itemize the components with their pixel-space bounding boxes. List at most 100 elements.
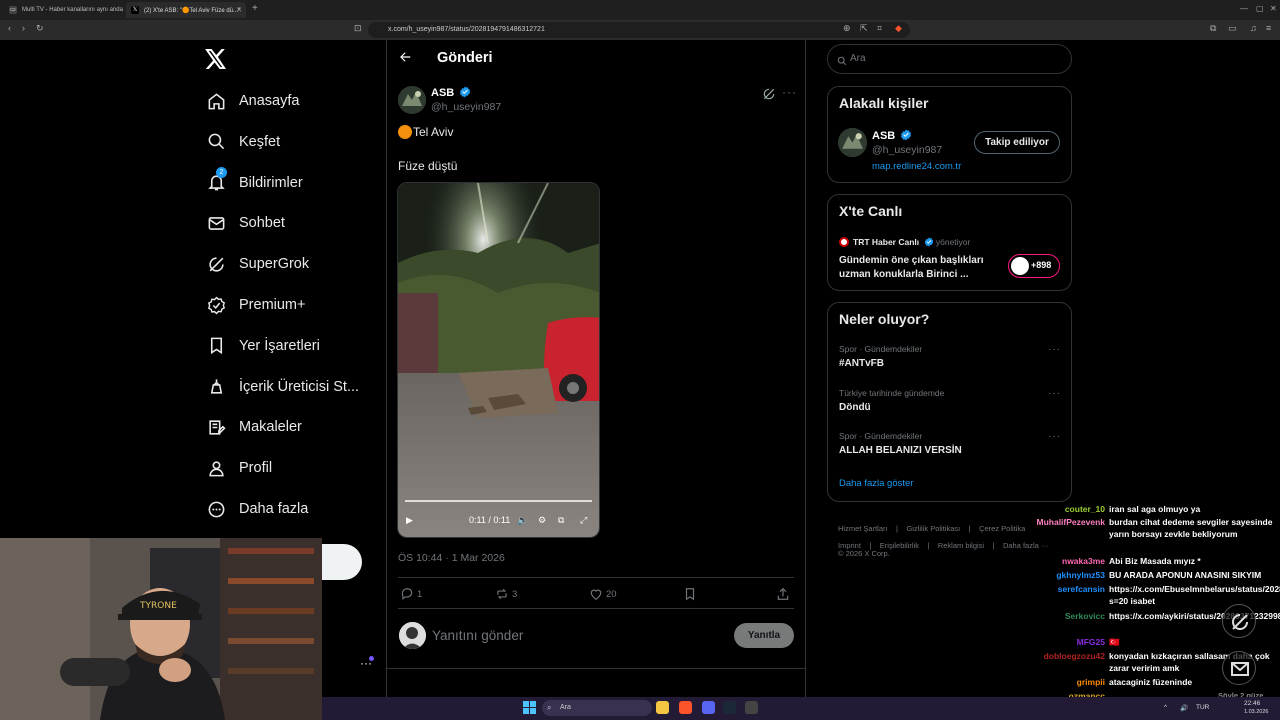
- trend-meta: Spor · Gündemdekiler: [839, 344, 923, 354]
- reply-input[interactable]: Yanıtını gönder: [432, 628, 523, 643]
- reply-action[interactable]: 1: [400, 587, 422, 601]
- volume-tray-icon[interactable]: 🔊: [1180, 704, 1188, 712]
- forward-nav-icon[interactable]: ›: [22, 23, 25, 33]
- author-handle[interactable]: @h_useyin987: [431, 101, 501, 113]
- nav-item-profil[interactable]: Profil: [206, 453, 272, 483]
- footer-link[interactable]: Daha fazla ···: [1003, 541, 1048, 550]
- live-host[interactable]: TRT Haber Canlı yönetiyor: [853, 237, 970, 247]
- footer-link[interactable]: Reklam bilgisi: [938, 541, 984, 550]
- clock-time[interactable]: 22:46: [1244, 700, 1260, 707]
- video-progress-bar[interactable]: [405, 500, 592, 502]
- close-window-icon[interactable]: ✕: [1270, 4, 1277, 13]
- messages-float-button[interactable]: [1222, 651, 1256, 685]
- page-title: Gönderi: [437, 50, 493, 66]
- volume-icon[interactable]: 🔈: [517, 515, 528, 526]
- reload-icon[interactable]: ↻: [36, 23, 44, 34]
- chat-username: MuhalifPezevenk: [1036, 517, 1106, 527]
- live-description[interactable]: Gündemin öne çıkan başlıkları uzman konu…: [839, 254, 999, 282]
- relevant-person-link[interactable]: map.redline24.com.tr: [872, 161, 961, 172]
- nav-item-premium-[interactable]: Premium+: [206, 290, 305, 320]
- video-player[interactable]: [397, 182, 600, 538]
- repost-action[interactable]: 3: [495, 587, 517, 601]
- browser-tab-multitv[interactable]: ▭ Multi TV - Haber kanallarını aynı anda: [4, 2, 126, 18]
- share-page-icon[interactable]: ⇱: [860, 23, 868, 34]
- show-more-link[interactable]: Daha fazla göster: [839, 478, 913, 489]
- trend-more-icon[interactable]: ···: [1048, 344, 1061, 355]
- trend-more-icon[interactable]: ···: [1048, 388, 1061, 399]
- tv-icon: ▭: [9, 6, 17, 14]
- grok-icon[interactable]: [762, 87, 776, 106]
- nav-item-label: Profil: [239, 460, 273, 477]
- zoom-icon[interactable]: ⊕: [843, 23, 851, 34]
- settings-icon[interactable]: ⚙: [538, 515, 546, 526]
- back-nav-icon[interactable]: ‹: [8, 23, 11, 33]
- chat-username: Serkovicc: [1064, 611, 1105, 621]
- verified-icon: [901, 129, 912, 141]
- my-avatar[interactable]: [399, 622, 426, 649]
- new-tab-icon[interactable]: +: [252, 3, 258, 14]
- steam-icon[interactable]: [723, 701, 736, 714]
- author-avatar[interactable]: [398, 86, 426, 114]
- tray-chevron-icon[interactable]: ^: [1164, 704, 1167, 711]
- nav-item-supergrok[interactable]: SuperGrok: [206, 249, 309, 279]
- back-arrow-icon[interactable]: [398, 50, 412, 68]
- author-name[interactable]: ASB: [431, 86, 471, 99]
- menu-icon[interactable]: ≡: [1266, 23, 1271, 33]
- bookmark-action[interactable]: [683, 587, 700, 601]
- nav-item-label: Bildirimler: [239, 174, 303, 191]
- file-explorer-icon[interactable]: [656, 701, 669, 714]
- post-timestamp[interactable]: ÖS 10:44 · 1 Mar 2026: [398, 552, 505, 564]
- nav-item-anasayfa[interactable]: Anasayfa: [206, 86, 299, 116]
- relevant-person-avatar[interactable]: [838, 128, 867, 157]
- x-logo-icon[interactable]: [205, 48, 227, 76]
- address-bar[interactable]: x.com/h_useyin987/status/202819479148631…: [368, 22, 910, 38]
- trend-item[interactable]: Spor · Gündemdekiler ALLAH BELANIZI VERSİ…: [839, 431, 1061, 456]
- grok-float-button[interactable]: [1222, 604, 1256, 638]
- brave-shield-icon[interactable]: ◆: [895, 23, 902, 34]
- obs-icon[interactable]: [745, 701, 758, 714]
- trend-item[interactable]: Türkiye tarihinde gündemde Döndü ···: [839, 388, 1061, 413]
- pip-icon[interactable]: ⧉: [558, 515, 564, 526]
- extensions-icon[interactable]: ⧉: [1210, 23, 1216, 34]
- nav-item-daha-fazla[interactable]: Daha fazla: [206, 494, 308, 524]
- relevant-person-handle[interactable]: @h_useyin987: [872, 144, 942, 156]
- screenshot-icon[interactable]: ⌗: [877, 23, 882, 34]
- footer-link[interactable]: Çerez Politika: [979, 524, 1025, 533]
- brave-browser-icon[interactable]: [679, 701, 692, 714]
- bookmark-page-icon[interactable]: ⊡: [354, 23, 362, 34]
- grok-icon: [206, 254, 226, 274]
- creator-studio-icon: [206, 377, 226, 397]
- clock-date[interactable]: 1.03.2026: [1244, 709, 1268, 715]
- maximize-icon[interactable]: ▢: [1256, 4, 1264, 13]
- discord-icon[interactable]: [702, 701, 715, 714]
- close-tab-icon[interactable]: ✕: [236, 6, 242, 14]
- more-options-icon[interactable]: ···: [782, 85, 797, 99]
- live-listeners-pill[interactable]: +898: [1008, 254, 1060, 278]
- trend-more-icon[interactable]: ···: [1048, 431, 1061, 442]
- nav-item-yer-i-şaretleri[interactable]: Yer İşaretleri: [206, 331, 320, 361]
- nav-item-i-çerik-üreticisi-st-[interactable]: İçerik Üreticisi St...: [206, 372, 359, 402]
- reply-button[interactable]: Yanıtla: [734, 623, 794, 648]
- fullscreen-icon[interactable]: ⤢: [580, 515, 587, 526]
- trend-item[interactable]: Spor · Gündemdekiler #ANTvFB ···: [839, 344, 1061, 369]
- browser-tab-x[interactable]: 𝕏 (2) X'te ASB: "🟠Tel Aviv Füze dü..." ✕: [126, 2, 246, 18]
- relevant-person-name[interactable]: ASB: [872, 129, 912, 142]
- language-indicator[interactable]: TUR: [1196, 704, 1209, 711]
- trt-avatar[interactable]: [839, 237, 849, 247]
- share-action[interactable]: [776, 587, 793, 601]
- nav-item-keşfet[interactable]: Keşfet: [206, 127, 280, 157]
- minimize-icon[interactable]: —: [1240, 4, 1248, 13]
- windows-start-icon[interactable]: [523, 701, 536, 719]
- nav-item-sohbet[interactable]: Sohbet: [206, 208, 285, 238]
- play-icon[interactable]: ▶: [406, 515, 413, 526]
- nav-item-bildirimler[interactable]: 2 Bildirimler: [206, 166, 303, 198]
- footer-link[interactable]: Gizlilik Politikası: [906, 524, 960, 533]
- taskbar-search[interactable]: Ara: [542, 700, 652, 716]
- person-icon: [206, 458, 226, 478]
- wallet-icon[interactable]: ▭: [1228, 23, 1237, 34]
- following-button[interactable]: Takip ediliyor: [974, 131, 1060, 154]
- footer-link[interactable]: Hizmet Şartları: [838, 524, 888, 533]
- media-icon[interactable]: ♫: [1250, 23, 1257, 33]
- nav-item-makaleler[interactable]: Makaleler: [206, 412, 302, 442]
- like-action[interactable]: 20: [589, 587, 617, 601]
